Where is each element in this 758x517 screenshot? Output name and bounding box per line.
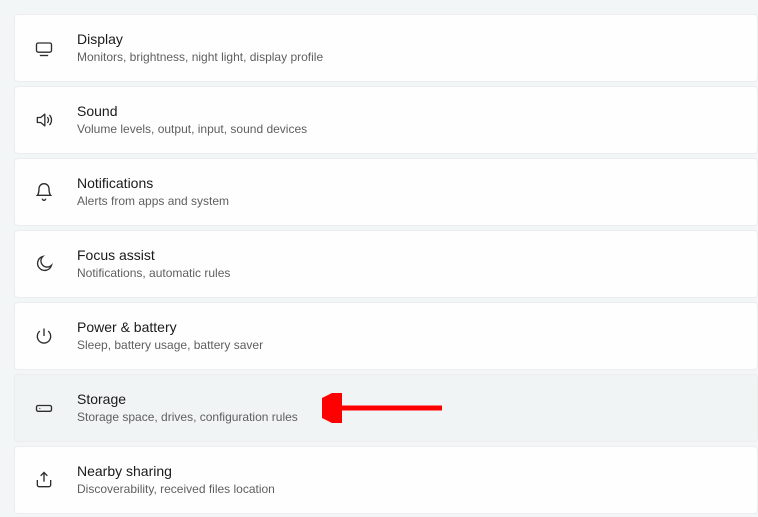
share-icon xyxy=(33,469,55,491)
power-icon xyxy=(33,325,55,347)
moon-icon xyxy=(33,253,55,275)
settings-item-desc: Sleep, battery usage, battery saver xyxy=(77,337,263,354)
settings-item-desc: Volume levels, output, input, sound devi… xyxy=(77,121,307,138)
settings-item-title: Nearby sharing xyxy=(77,462,275,480)
settings-item-text: Focus assistNotifications, automatic rul… xyxy=(77,246,230,282)
settings-item-title: Storage xyxy=(77,390,298,408)
settings-item-title: Power & battery xyxy=(77,318,263,336)
settings-item-display[interactable]: DisplayMonitors, brightness, night light… xyxy=(14,14,758,82)
settings-item-text: StorageStorage space, drives, configurat… xyxy=(77,390,298,426)
settings-item-desc: Monitors, brightness, night light, displ… xyxy=(77,49,323,66)
settings-item-desc: Alerts from apps and system xyxy=(77,193,229,210)
settings-item-sound[interactable]: SoundVolume levels, output, input, sound… xyxy=(14,86,758,154)
settings-item-focus[interactable]: Focus assistNotifications, automatic rul… xyxy=(14,230,758,298)
settings-item-text: NotificationsAlerts from apps and system xyxy=(77,174,229,210)
settings-list: DisplayMonitors, brightness, night light… xyxy=(0,0,758,514)
settings-item-text: Power & batterySleep, battery usage, bat… xyxy=(77,318,263,354)
settings-item-title: Sound xyxy=(77,102,307,120)
drive-icon xyxy=(33,397,55,419)
settings-item-text: SoundVolume levels, output, input, sound… xyxy=(77,102,307,138)
settings-item-title: Display xyxy=(77,30,323,48)
settings-item-text: DisplayMonitors, brightness, night light… xyxy=(77,30,323,66)
settings-item-nearby[interactable]: Nearby sharingDiscoverability, received … xyxy=(14,446,758,514)
sound-icon xyxy=(33,109,55,131)
display-icon xyxy=(33,37,55,59)
settings-item-storage[interactable]: StorageStorage space, drives, configurat… xyxy=(14,374,758,442)
bell-icon xyxy=(33,181,55,203)
settings-item-desc: Notifications, automatic rules xyxy=(77,265,230,282)
settings-item-desc: Storage space, drives, configuration rul… xyxy=(77,409,298,426)
settings-item-title: Notifications xyxy=(77,174,229,192)
settings-item-title: Focus assist xyxy=(77,246,230,264)
settings-item-notifications[interactable]: NotificationsAlerts from apps and system xyxy=(14,158,758,226)
settings-item-power[interactable]: Power & batterySleep, battery usage, bat… xyxy=(14,302,758,370)
settings-item-text: Nearby sharingDiscoverability, received … xyxy=(77,462,275,498)
settings-item-desc: Discoverability, received files location xyxy=(77,481,275,498)
